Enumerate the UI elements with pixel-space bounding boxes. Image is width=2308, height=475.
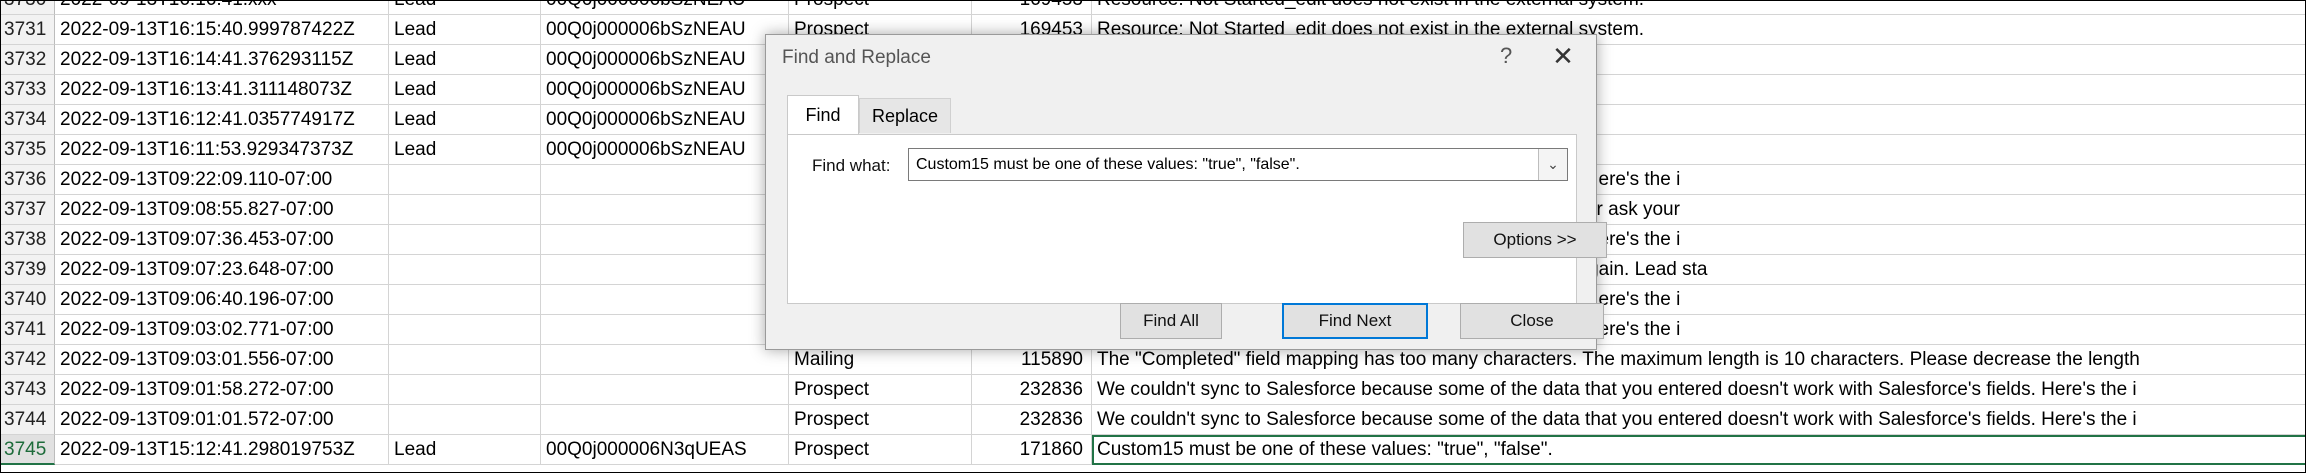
record-id-cell[interactable]: 00Q0j000006bSzNEAU (541, 75, 789, 105)
row-number[interactable]: 3731 (1, 15, 55, 45)
timestamp-cell[interactable]: 2022-09-13T09:08:55.827-07:00 (55, 195, 389, 225)
find-all-button[interactable]: Find All (1120, 303, 1222, 339)
row-number[interactable]: 3738 (1, 225, 55, 255)
find-next-button[interactable]: Find Next (1282, 303, 1428, 339)
status-cell[interactable]: Prospect (789, 375, 972, 405)
timestamp-cell[interactable]: 2022-09-13T16:15:40.999787422Z (55, 15, 389, 45)
row-number[interactable]: 3742 (1, 345, 55, 375)
record-id-cell[interactable] (541, 315, 789, 345)
table-row[interactable]: 3744 2022-09-13T09:01:01.572-07:00 Prospec… (1, 405, 2305, 435)
timestamp-cell[interactable]: 2022-09-13T09:03:02.771-07:00 (55, 315, 389, 345)
code-cell[interactable]: 232836 (972, 375, 1092, 405)
timestamp-cell[interactable]: 2022-09-13T09:22:09.110-07:00 (55, 165, 389, 195)
type-cell[interactable]: Lead (389, 1, 541, 15)
record-id-cell[interactable]: 00Q0j000006bSzNEAU (541, 45, 789, 75)
find-replace-dialog: Find and Replace ? ✕ Find Replace Find w… (765, 34, 1607, 350)
tab-find[interactable]: Find (787, 95, 859, 136)
record-id-cell[interactable] (541, 285, 789, 315)
type-cell[interactable] (389, 255, 541, 285)
row-number[interactable]: 3733 (1, 75, 55, 105)
record-id-cell[interactable] (541, 165, 789, 195)
type-cell[interactable] (389, 165, 541, 195)
type-cell[interactable] (389, 405, 541, 435)
record-id-cell[interactable] (541, 195, 789, 225)
find-what-value: Custom15 must be one of these values: "t… (916, 156, 1300, 173)
timestamp-cell[interactable]: 2022-09-13T09:07:36.453-07:00 (55, 225, 389, 255)
type-cell[interactable]: Lead (389, 45, 541, 75)
type-cell[interactable]: Lead (389, 135, 541, 165)
record-id-cell[interactable]: 00Q0j000006bSzNEAU (541, 105, 789, 135)
record-id-cell[interactable]: 00Q0j000006bSzNEAU (541, 1, 789, 15)
message-cell[interactable]: Resource: Not Started_edit does not exis… (1092, 1, 2305, 15)
status-cell[interactable]: Prospect (789, 435, 972, 465)
find-panel: Find what: Custom15 must be one of these… (787, 134, 1607, 304)
timestamp-cell[interactable]: 2022-09-13T16:11:53.929347373Z (55, 135, 389, 165)
find-what-input[interactable]: Custom15 must be one of these values: "t… (908, 148, 1568, 181)
row-number[interactable]: 3743 (1, 375, 55, 405)
help-icon[interactable]: ? (1500, 43, 1512, 69)
type-cell[interactable] (389, 225, 541, 255)
record-id-cell[interactable] (541, 225, 789, 255)
close-icon[interactable]: ✕ (1548, 41, 1578, 71)
record-id-cell[interactable] (541, 405, 789, 435)
timestamp-cell[interactable]: 2022-09-13T15:12:41.298019753Z (55, 435, 389, 465)
options-button[interactable]: Options >> (1463, 222, 1607, 258)
record-id-cell[interactable]: 00Q0j000006bSzNEAU (541, 135, 789, 165)
type-cell[interactable] (389, 345, 541, 375)
row-number[interactable]: 3739 (1, 255, 55, 285)
message-cell[interactable]: We couldn't sync to Salesforce because s… (1092, 375, 2305, 405)
timestamp-cell[interactable]: 2022-09-13T09:01:01.572-07:00 (55, 405, 389, 435)
type-cell[interactable]: Lead (389, 15, 541, 45)
type-cell[interactable]: Lead (389, 75, 541, 105)
record-id-cell[interactable]: 00Q0j000006N3qUEAS (541, 435, 789, 465)
code-cell[interactable]: 171860 (972, 435, 1092, 465)
close-button[interactable]: Close (1460, 303, 1604, 339)
type-cell[interactable] (389, 195, 541, 225)
code-cell[interactable]: 169453 (972, 1, 1092, 15)
table-row[interactable]: 37302022-09-13T16:16:41.xxxLead00Q0j0000… (1, 1, 2305, 15)
row-number[interactable]: 3730 (1, 1, 55, 15)
type-cell[interactable] (389, 375, 541, 405)
row-number[interactable]: 3745 (1, 435, 55, 465)
status-cell[interactable]: Prospect (789, 1, 972, 15)
timestamp-cell[interactable]: 2022-09-13T09:03:01.556-07:00 (55, 345, 389, 375)
find-what-label: Find what: (812, 156, 891, 175)
record-id-cell[interactable] (541, 375, 789, 405)
timestamp-cell[interactable]: 2022-09-13T09:07:23.648-07:00 (55, 255, 389, 285)
timestamp-cell[interactable]: 2022-09-13T09:06:40.196-07:00 (55, 285, 389, 315)
row-number[interactable]: 3741 (1, 315, 55, 345)
type-cell[interactable]: Lead (389, 435, 541, 465)
timestamp-cell[interactable]: 2022-09-13T16:16:41.xxx (55, 1, 389, 15)
row-number[interactable]: 3740 (1, 285, 55, 315)
tab-replace[interactable]: Replace (859, 98, 951, 133)
type-cell[interactable] (389, 285, 541, 315)
type-cell[interactable]: Lead (389, 105, 541, 135)
timestamp-cell[interactable]: 2022-09-13T09:01:58.272-07:00 (55, 375, 389, 405)
table-row[interactable]: 3745 2022-09-13T15:12:41.298019753Z Lead 00… (1, 435, 2305, 465)
table-row[interactable]: 3743 2022-09-13T09:01:58.272-07:00 Prospec… (1, 375, 2305, 405)
message-cell[interactable]: Custom15 must be one of these values: "t… (1092, 435, 2305, 465)
row-number[interactable]: 3737 (1, 195, 55, 225)
message-cell[interactable]: We couldn't sync to Salesforce because s… (1092, 405, 2305, 435)
timestamp-cell[interactable]: 2022-09-13T16:12:41.035774917Z (55, 105, 389, 135)
row-number[interactable]: 3736 (1, 165, 55, 195)
dialog-title: Find and Replace (782, 47, 931, 68)
timestamp-cell[interactable]: 2022-09-13T16:14:41.376293115Z (55, 45, 389, 75)
type-cell[interactable] (389, 315, 541, 345)
chevron-down-icon[interactable]: ⌄ (1538, 149, 1567, 180)
row-number[interactable]: 3732 (1, 45, 55, 75)
row-number[interactable]: 3735 (1, 135, 55, 165)
spreadsheet-window: 37302022-09-13T16:16:41.xxxLead00Q0j0000… (0, 0, 2306, 473)
record-id-cell[interactable]: 00Q0j000006bSzNEAU (541, 15, 789, 45)
record-id-cell[interactable] (541, 345, 789, 375)
row-number[interactable]: 3734 (1, 105, 55, 135)
status-cell[interactable]: Prospect (789, 405, 972, 435)
record-id-cell[interactable] (541, 255, 789, 285)
timestamp-cell[interactable]: 2022-09-13T16:13:41.311148073Z (55, 75, 389, 105)
row-number[interactable]: 3744 (1, 405, 55, 435)
code-cell[interactable]: 232836 (972, 405, 1092, 435)
